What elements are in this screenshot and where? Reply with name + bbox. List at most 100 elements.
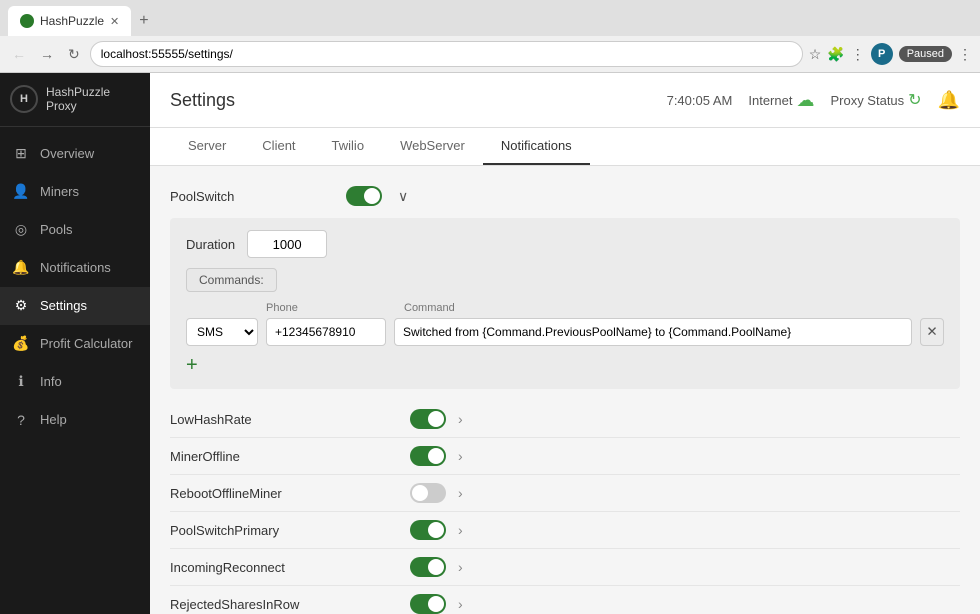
- browser-tab[interactable]: HashPuzzle ✕: [8, 6, 131, 36]
- notif-expand-arrow-reboot-offline-miner[interactable]: ›: [458, 485, 463, 501]
- notif-label: IncomingReconnect: [170, 560, 410, 575]
- add-sms-button[interactable]: +: [186, 354, 198, 377]
- page-header: Settings 7:40:05 AM Internet ☁ Proxy Sta…: [150, 73, 980, 128]
- sidebar-item-help[interactable]: ? Help: [0, 401, 150, 439]
- help-icon: ?: [12, 411, 30, 429]
- sidebar-item-info[interactable]: ℹ Info: [0, 363, 150, 401]
- sidebar-item-label: Pools: [40, 222, 73, 237]
- notif-expand-arrow-miner-offline[interactable]: ›: [458, 448, 463, 464]
- notif-toggle-reboot-offline-miner[interactable]: [410, 483, 446, 503]
- sidebar-item-label: Help: [40, 412, 67, 427]
- notif-item-incoming-reconnect: IncomingReconnect ›: [170, 549, 960, 586]
- tab-bar: HashPuzzle ✕ +: [0, 0, 980, 36]
- notif-label: RebootOfflineMiner: [170, 486, 410, 501]
- header-right: 7:40:05 AM Internet ☁ Proxy Status ↻ 🔔: [667, 90, 960, 111]
- toggle-thumb: [428, 559, 444, 575]
- toggle-thumb: [428, 411, 444, 427]
- pools-icon: ◎: [12, 221, 30, 239]
- logo-icon: H: [10, 85, 38, 113]
- sidebar-item-label: Overview: [40, 146, 94, 161]
- notif-toggle-pool-switch-primary[interactable]: [410, 520, 446, 540]
- pool-switch-toggle[interactable]: [346, 186, 382, 206]
- toggle-thumb: [428, 522, 444, 538]
- logo-text: HashPuzzle Proxy: [46, 85, 110, 114]
- sidebar-item-notifications[interactable]: 🔔 Notifications: [0, 249, 150, 287]
- settings-icon: ⚙: [12, 297, 30, 315]
- notif-expand-arrow-low-hash-rate[interactable]: ›: [458, 411, 463, 427]
- notif-expand-arrow-rejected-shares-in-row[interactable]: ›: [458, 596, 463, 612]
- sidebar-item-overview[interactable]: ⊞ Overview: [0, 135, 150, 173]
- internet-status: Internet ☁: [748, 90, 814, 111]
- cloud-icon: ☁: [796, 90, 814, 111]
- back-button[interactable]: ←: [8, 44, 30, 64]
- notif-expand-arrow-incoming-reconnect[interactable]: ›: [458, 559, 463, 575]
- notif-item-reboot-offline-miner: RebootOfflineMiner ›: [170, 475, 960, 512]
- new-tab-button[interactable]: +: [135, 12, 152, 30]
- settings-tabs: Server Client Twilio WebServer Notificat…: [150, 128, 980, 166]
- notif-label: LowHashRate: [170, 412, 410, 427]
- sidebar: H HashPuzzle Proxy ⊞ Overview 👤 Miners ◎…: [0, 73, 150, 614]
- delete-sms-button[interactable]: ✕: [920, 318, 944, 346]
- tab-notifications[interactable]: Notifications: [483, 128, 590, 165]
- overview-icon: ⊞: [12, 145, 30, 163]
- forward-button[interactable]: →: [36, 44, 58, 64]
- sms-entry-row: SMS ✕: [186, 318, 944, 346]
- notif-item-pool-switch-primary: PoolSwitchPrimary›: [170, 512, 960, 549]
- sms-header-labels: Phone Command: [186, 302, 944, 314]
- reload-button[interactable]: ↻: [64, 44, 84, 65]
- duration-row: Duration: [186, 230, 944, 258]
- command-input[interactable]: [394, 318, 912, 346]
- page-title: Settings: [170, 90, 667, 111]
- tab-client[interactable]: Client: [244, 128, 313, 165]
- sidebar-item-label: Notifications: [40, 260, 111, 275]
- bookmark-button[interactable]: ☆: [809, 46, 822, 63]
- tab-close-button[interactable]: ✕: [110, 15, 119, 28]
- notif-toggle-incoming-reconnect[interactable]: [410, 557, 446, 577]
- url-input[interactable]: [90, 41, 803, 67]
- phone-input[interactable]: [266, 318, 386, 346]
- pool-switch-expand-arrow[interactable]: ∨: [398, 188, 408, 205]
- notif-item-miner-offline: MinerOffline ›: [170, 438, 960, 475]
- notif-label: MinerOffline: [170, 449, 410, 464]
- pool-switch-expanded: Duration Commands: Phone Command SMS: [170, 218, 960, 389]
- tab-server[interactable]: Server: [170, 128, 244, 165]
- sidebar-item-miners[interactable]: 👤 Miners: [0, 173, 150, 211]
- notif-expand-arrow-pool-switch-primary[interactable]: ›: [458, 522, 463, 538]
- proxy-status-label: Proxy Status: [830, 93, 904, 108]
- sidebar-item-settings[interactable]: ⚙ Settings: [0, 287, 150, 325]
- settings-menu-button[interactable]: ⋮: [851, 46, 865, 63]
- tab-favicon: [20, 14, 34, 28]
- duration-label: Duration: [186, 237, 235, 252]
- tab-content: PoolSwitch ∨ Duration Commands: Phone Co…: [150, 166, 980, 614]
- notif-item-rejected-shares-in-row: RejectedSharesInRow›: [170, 586, 960, 614]
- proxy-refresh-icon[interactable]: ↻: [908, 90, 921, 110]
- notif-toggle-miner-offline[interactable]: [410, 446, 446, 466]
- info-icon: ℹ: [12, 373, 30, 391]
- commands-button[interactable]: Commands:: [186, 268, 277, 292]
- tab-title: HashPuzzle: [40, 14, 104, 28]
- extensions-button[interactable]: 🧩: [827, 46, 844, 63]
- notif-toggle-rejected-shares-in-row[interactable]: [410, 594, 446, 614]
- app: H HashPuzzle Proxy ⊞ Overview 👤 Miners ◎…: [0, 73, 980, 614]
- notif-item-low-hash-rate: LowHashRate ›: [170, 401, 960, 438]
- sidebar-nav: ⊞ Overview 👤 Miners ◎ Pools 🔔 Notificati…: [0, 127, 150, 614]
- toggle-thumb: [412, 485, 428, 501]
- browser-more-button[interactable]: ⋮: [958, 46, 972, 63]
- tab-webserver[interactable]: WebServer: [382, 128, 483, 165]
- tab-twilio[interactable]: Twilio: [314, 128, 383, 165]
- toggle-thumb: [428, 596, 444, 612]
- toggle-thumb: [364, 188, 380, 204]
- notifications-icon: 🔔: [12, 259, 30, 277]
- sidebar-item-label: Profit Calculator: [40, 336, 132, 351]
- internet-label: Internet: [748, 93, 792, 108]
- sidebar-item-label: Miners: [40, 184, 79, 199]
- sidebar-item-pools[interactable]: ◎ Pools: [0, 211, 150, 249]
- sms-type-select[interactable]: SMS: [186, 318, 258, 346]
- sidebar-item-profit-calculator[interactable]: 💰 Profit Calculator: [0, 325, 150, 363]
- notif-toggle-low-hash-rate[interactable]: [410, 409, 446, 429]
- profile-badge[interactable]: P: [871, 43, 893, 65]
- profit-calculator-icon: 💰: [12, 335, 30, 353]
- header-bell-icon[interactable]: 🔔: [938, 90, 960, 111]
- sidebar-item-label: Info: [40, 374, 62, 389]
- duration-input[interactable]: [247, 230, 327, 258]
